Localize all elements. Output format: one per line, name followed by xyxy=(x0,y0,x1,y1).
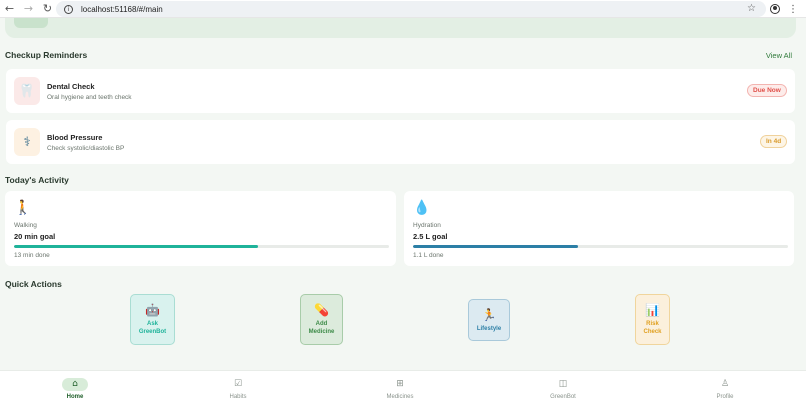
activity-done: 1.1 L done xyxy=(413,252,444,259)
profile-icon[interactable] xyxy=(770,4,780,14)
activity-goal: 20 min goal xyxy=(14,232,56,241)
reminder-card[interactable]: 🦷 Dental Check Oral hygiene and teeth ch… xyxy=(6,69,795,113)
nav-label: Home xyxy=(66,393,84,400)
url-text: localhost:51168/#/main xyxy=(81,4,163,14)
address-bar[interactable]: i localhost:51168/#/main ☆ xyxy=(56,1,766,17)
status-badge: Due Now xyxy=(747,84,787,97)
activity-card-hydration[interactable]: 💧 Hydration 2.5 L goal 1.1 L done xyxy=(404,191,794,266)
bottom-nav: ⌂ Home ☑ Habits ⊞ Medicines ◫ GreenBot ♙… xyxy=(0,370,806,405)
quick-action-lifestyle[interactable]: 🏃 Lifestyle xyxy=(468,299,510,341)
section-title-quick-actions: Quick Actions xyxy=(5,279,62,289)
robot-icon: 🤖 xyxy=(145,303,160,317)
medicine-box-icon: ⊞ xyxy=(396,378,404,389)
activity-label: Hydration xyxy=(413,222,441,229)
quick-action-label: Lifestyle xyxy=(476,325,502,332)
reminder-card[interactable]: ⚕ Blood Pressure Check systolic/diastoli… xyxy=(6,120,795,164)
pill-icon: 💊 xyxy=(314,303,329,317)
nav-item-home[interactable]: ⌂ Home xyxy=(35,371,115,405)
nav-label: GreenBot xyxy=(550,393,576,400)
progress-fill xyxy=(14,245,258,248)
stethoscope-icon: ⚕ xyxy=(14,128,40,156)
summary-card-pill xyxy=(14,18,48,28)
quick-action-label: Risk Check xyxy=(643,321,662,335)
nav-item-habits[interactable]: ☑ Habits xyxy=(198,371,278,405)
progress-track xyxy=(14,245,389,248)
activity-card-walking[interactable]: 🚶 Walking 20 min goal 13 min done xyxy=(5,191,396,266)
walking-person-icon: 🚶 xyxy=(14,200,32,216)
back-arrow-icon[interactable]: ← xyxy=(0,0,19,18)
more-menu-icon[interactable]: ⋮ xyxy=(788,4,798,15)
activity-label: Walking xyxy=(14,222,37,229)
quick-action-add-medicine[interactable]: 💊 Add Medicine xyxy=(300,294,343,345)
browser-toolbar: ← → ↻ i localhost:51168/#/main ☆ ⋮ xyxy=(0,0,806,18)
bookmark-star-icon[interactable]: ☆ xyxy=(747,3,756,14)
person-icon: ♙ xyxy=(720,378,730,389)
nav-item-profile[interactable]: ♙ Profile xyxy=(685,371,765,405)
activity-done: 13 min done xyxy=(14,252,50,259)
status-badge: In 4d xyxy=(760,135,788,148)
tooth-icon: 🦷 xyxy=(14,77,40,105)
reminder-title: Dental Check xyxy=(47,82,95,91)
site-info-icon[interactable]: i xyxy=(64,4,73,14)
reminder-subtitle: Check systolic/diastolic BP xyxy=(47,145,125,152)
home-icon: ⌂ xyxy=(72,378,78,389)
robot-icon: ◫ xyxy=(558,378,568,389)
quick-action-label: Ask GreenBot xyxy=(138,321,167,335)
progress-fill xyxy=(413,245,578,248)
progress-track xyxy=(413,245,788,248)
reminder-title: Blood Pressure xyxy=(47,133,103,142)
nav-label: Medicines xyxy=(386,393,414,400)
section-title-reminders: Checkup Reminders xyxy=(5,50,88,60)
checklist-icon: ☑ xyxy=(233,378,243,389)
quick-action-ask-greenbot[interactable]: 🤖 Ask GreenBot xyxy=(130,294,175,345)
nav-item-medicines[interactable]: ⊞ Medicines xyxy=(360,371,440,405)
bar-chart-icon: 📊 xyxy=(645,303,660,317)
reminder-subtitle: Oral hygiene and teeth check xyxy=(47,94,132,101)
summary-card xyxy=(5,18,796,38)
activity-goal: 2.5 L goal xyxy=(413,232,448,241)
nav-item-greenbot[interactable]: ◫ GreenBot xyxy=(523,371,603,405)
reload-icon[interactable]: ↻ xyxy=(38,0,57,18)
section-title-activity: Today's Activity xyxy=(5,175,69,185)
quick-action-risk-check[interactable]: 📊 Risk Check xyxy=(635,294,670,345)
nav-label: Habits xyxy=(229,393,247,400)
running-person-icon: 🏃 xyxy=(481,307,497,322)
nav-label: Profile xyxy=(716,393,734,400)
forward-arrow-icon[interactable]: → xyxy=(19,0,38,18)
quick-action-label: Add Medicine xyxy=(308,321,335,335)
water-drop-icon: 💧 xyxy=(413,200,431,216)
view-all-link[interactable]: View All xyxy=(766,51,792,60)
active-indicator: ⌂ xyxy=(62,377,88,391)
